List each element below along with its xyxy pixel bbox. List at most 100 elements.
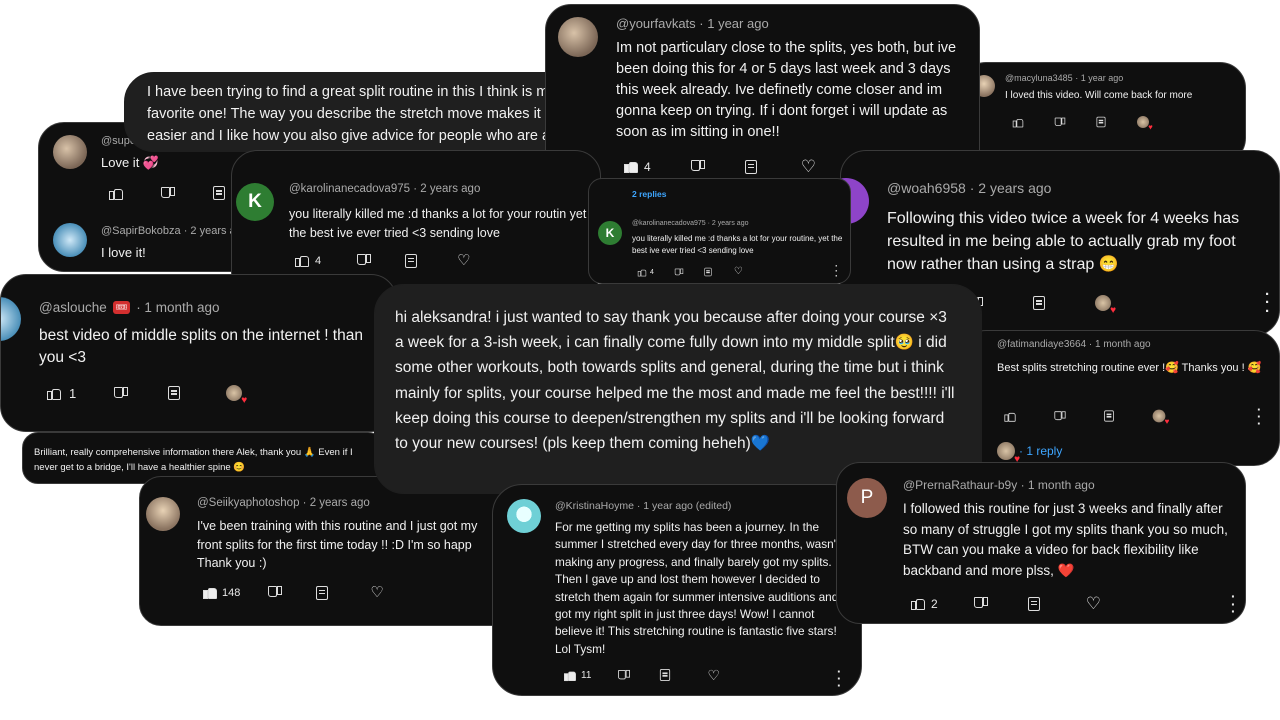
comment-card-favorite: I have been trying to find a great split… bbox=[124, 72, 610, 152]
like-icon[interactable] bbox=[911, 597, 925, 610]
like-icon[interactable] bbox=[47, 387, 61, 400]
reply-icon[interactable] bbox=[316, 585, 329, 600]
like-icon[interactable] bbox=[624, 160, 638, 173]
dislike-icon[interactable] bbox=[114, 387, 128, 400]
reply-icon[interactable] bbox=[1104, 410, 1114, 422]
like-count: 4 bbox=[644, 159, 651, 174]
comment-text: I followed this routine for just 3 weeks… bbox=[903, 501, 1228, 578]
reply-icon[interactable] bbox=[660, 669, 671, 681]
like-count: 148 bbox=[222, 586, 241, 599]
comment-time: · 1 month ago bbox=[136, 300, 220, 315]
comment-text: I loved this video. Will come back for m… bbox=[1005, 90, 1193, 101]
comment-time: · 2 years ago bbox=[413, 183, 481, 195]
handle-name[interactable]: @aslouche bbox=[39, 300, 107, 315]
reply-icon[interactable] bbox=[744, 159, 757, 174]
handle-name[interactable]: @yourfavkats bbox=[616, 16, 696, 31]
like-icon[interactable] bbox=[637, 268, 647, 276]
like-count: 1 bbox=[69, 385, 77, 401]
replies-toggle[interactable]: 2 replies bbox=[632, 189, 667, 199]
avatar[interactable]: K bbox=[236, 183, 274, 221]
comment-actions bbox=[1011, 114, 1153, 132]
comment-time: · 1 year ago bbox=[1075, 73, 1124, 83]
reply-icon[interactable] bbox=[213, 186, 225, 200]
avatar[interactable] bbox=[53, 223, 87, 257]
reply-icon[interactable] bbox=[168, 386, 181, 400]
dislike-icon[interactable] bbox=[974, 597, 988, 610]
heart-icon[interactable]: ♡ bbox=[707, 668, 720, 682]
dislike-icon[interactable] bbox=[357, 254, 371, 267]
creator-heart-icon bbox=[1137, 116, 1153, 132]
handle-name[interactable]: @karolinanecadova975 bbox=[632, 220, 706, 227]
heart-icon[interactable]: ♡ bbox=[801, 158, 816, 175]
comment-card-macy: @macyluna3485 · 1 year ago I loved this … bbox=[960, 62, 1246, 164]
avatar[interactable] bbox=[507, 499, 541, 533]
comment-handle: @aslouche 🎟 · 1 month ago bbox=[39, 300, 220, 315]
avatar[interactable]: K bbox=[598, 221, 622, 245]
reply-icon[interactable] bbox=[1027, 596, 1040, 611]
like-icon[interactable] bbox=[1004, 411, 1016, 422]
dislike-icon[interactable] bbox=[161, 187, 175, 200]
handle-name[interactable]: @fatimandiaye3664 bbox=[997, 339, 1086, 350]
like-icon[interactable] bbox=[564, 669, 576, 681]
comment-time: · 1 year ago (edited) bbox=[636, 500, 732, 512]
creator-heart-icon bbox=[1095, 295, 1116, 316]
replies-toggle[interactable]: · 1 reply bbox=[997, 442, 1063, 465]
handle-name[interactable]: @Seiikyaphotoshop bbox=[197, 497, 299, 509]
comment-handle: @KristinaHoyme · 1 year ago (edited) bbox=[555, 500, 731, 512]
comment-card-aslouche: @aslouche 🎟 · 1 month ago best video of … bbox=[0, 274, 397, 432]
dislike-icon[interactable] bbox=[691, 160, 705, 173]
comment-text: best video of middle splits on the inter… bbox=[39, 327, 363, 366]
comment-handle: @Seiikyaphotoshop · 2 years ago bbox=[197, 497, 370, 509]
comment-text: I've been training with this routine and… bbox=[197, 519, 478, 570]
comment-actions: 1 bbox=[47, 385, 247, 406]
heart-icon[interactable]: ♡ bbox=[1086, 595, 1101, 612]
dislike-icon[interactable] bbox=[1055, 117, 1066, 127]
replies-label: · 1 reply bbox=[1019, 444, 1063, 458]
handle-name[interactable]: @macyluna3485 bbox=[1005, 73, 1073, 83]
comment-text: Best splits stretching routine ever !🥰 T… bbox=[997, 362, 1262, 374]
comment-time: · 1 month ago bbox=[1088, 339, 1151, 350]
like-icon[interactable] bbox=[203, 586, 217, 599]
avatar[interactable] bbox=[146, 497, 180, 531]
more-options-icon[interactable]: ··· bbox=[837, 665, 841, 693]
comment-actions bbox=[109, 186, 225, 200]
reply-handle[interactable]: @SapirBokobza · 2 years a bbox=[101, 225, 236, 237]
like-icon[interactable] bbox=[295, 254, 309, 267]
comment-actions: 11 ♡ bbox=[563, 668, 720, 682]
comment-actions: 148 ♡ bbox=[203, 585, 384, 600]
heart-icon[interactable]: ♡ bbox=[734, 267, 743, 277]
heart-icon[interactable]: ♡ bbox=[370, 585, 383, 600]
comment-card-seiik: @Seiikyaphotoshop · 2 years ago I've bee… bbox=[139, 476, 521, 626]
dislike-icon[interactable] bbox=[268, 586, 282, 599]
like-icon[interactable] bbox=[1012, 117, 1024, 127]
comment-text: you literally killed me :d thanks a lot … bbox=[289, 207, 587, 240]
more-options-icon[interactable]: ··· bbox=[1231, 589, 1236, 618]
handle-name[interactable]: @woah6958 bbox=[887, 180, 966, 196]
handle-name[interactable]: @KristinaHoyme bbox=[555, 500, 634, 512]
comment-text: Love it 💞 bbox=[101, 155, 160, 170]
avatar[interactable] bbox=[558, 17, 598, 57]
more-options-icon[interactable]: ··· bbox=[1257, 403, 1261, 431]
reply-icon[interactable] bbox=[704, 267, 712, 277]
handle-name[interactable]: @PrernaRathaur-b9y bbox=[903, 478, 1017, 492]
reply-icon[interactable] bbox=[1096, 116, 1106, 128]
more-options-icon[interactable]: ··· bbox=[1265, 287, 1270, 318]
reply-icon[interactable] bbox=[1033, 296, 1045, 310]
comment-text: Brilliant, really comprehensive informat… bbox=[34, 447, 353, 473]
comment-time: · 2 years ago bbox=[302, 497, 370, 509]
comment-time: · 2 years ago bbox=[969, 180, 1052, 196]
avatar[interactable] bbox=[53, 135, 87, 169]
comment-handle: @yourfavkats · 1 year ago bbox=[616, 16, 769, 31]
dislike-icon[interactable] bbox=[675, 268, 683, 276]
heart-icon[interactable]: ♡ bbox=[457, 253, 470, 268]
handle-name[interactable]: @karolinanecadova975 bbox=[289, 183, 410, 195]
comment-text: you literally killed me :d thanks a lot … bbox=[632, 234, 843, 255]
avatar[interactable]: P bbox=[847, 478, 887, 518]
reply-icon[interactable] bbox=[405, 253, 418, 268]
creator-heart-icon bbox=[226, 385, 247, 406]
dislike-icon[interactable] bbox=[1054, 411, 1065, 421]
avatar[interactable] bbox=[1, 297, 21, 341]
like-icon[interactable] bbox=[109, 187, 123, 200]
more-options-icon[interactable]: ··· bbox=[835, 262, 838, 281]
dislike-icon[interactable] bbox=[618, 669, 630, 680]
